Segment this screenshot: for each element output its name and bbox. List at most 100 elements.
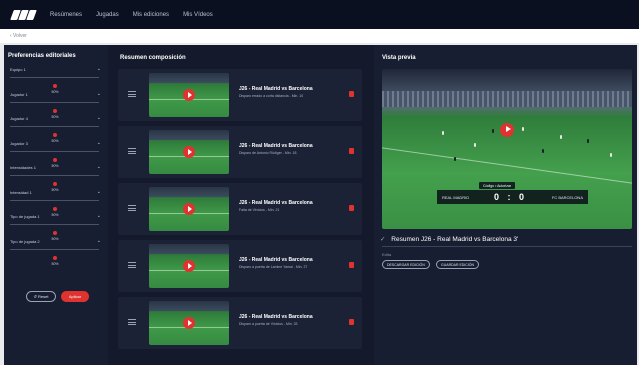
delete-icon[interactable]	[349, 205, 354, 211]
apply-button[interactable]: Aplicar	[61, 291, 89, 302]
preference-slider[interactable]: Intensidades 1 ⌄ 50%	[8, 164, 104, 192]
clip-subtitle: Disparo errado a corta distancia - Min. …	[239, 94, 304, 98]
preference-label: Jugador 4	[10, 116, 28, 121]
delete-icon[interactable]	[349, 262, 354, 268]
preference-slider[interactable]: Intensidad 1 ⌄ 50%	[8, 189, 104, 217]
video-player[interactable]: Código • Autorizar REAL MADRID 0 : 0 FC …	[382, 69, 632, 229]
play-icon[interactable]	[183, 146, 195, 158]
delete-icon[interactable]	[349, 148, 354, 154]
nav-item-mis-videos[interactable]: Mis Vídeos	[183, 12, 213, 18]
clip-thumbnail[interactable]	[149, 301, 229, 345]
clip-title: J26 - Real Madrid vs Barcelona	[239, 257, 313, 263]
play-icon[interactable]	[183, 89, 195, 101]
video-title-row: ✓ Resumen J26 - Real Madrid vs Barcelona…	[380, 235, 518, 243]
clip-subtitle: Disparo de Antonio Rüdiger - Min. 18	[239, 151, 297, 155]
drag-handle-icon[interactable]	[128, 91, 136, 97]
drag-handle-icon[interactable]	[128, 319, 136, 325]
play-icon[interactable]	[183, 260, 195, 272]
nav-item-mis-ediciones[interactable]: Mis ediciones	[133, 12, 169, 18]
slider-handle[interactable]	[52, 84, 57, 88]
preview-title: Vista previa	[382, 55, 416, 61]
chevron-down-icon[interactable]: ⌄	[97, 91, 101, 97]
chevron-down-icon[interactable]: ⌄	[97, 115, 101, 121]
chevron-down-icon[interactable]: ⌄	[97, 66, 101, 72]
main-nav: Resúmenes Jugadas Mis ediciones Mis Víde…	[50, 12, 213, 18]
slider-value: 50%	[51, 261, 59, 266]
delete-icon[interactable]	[349, 91, 354, 97]
preferences-actions: ↺ Reset Aplicar	[26, 291, 89, 302]
clip-item[interactable]: J26 - Real Madrid vs Barcelona Disparo er…	[118, 69, 362, 121]
edit-link[interactable]: Edita	[382, 252, 391, 257]
play-icon[interactable]	[183, 317, 195, 329]
preference-label: Jugador 1	[10, 91, 28, 97]
clip-subtitle: Disparo a puerta de Vinícius - Min. 33	[239, 322, 298, 326]
drag-handle-icon[interactable]	[128, 148, 136, 154]
preference-slider[interactable]: Tipo de jugada 1 ⌄ 50%	[8, 213, 104, 241]
chevron-down-icon[interactable]: ⌄	[97, 140, 101, 146]
breadcrumb: ‹ Volver	[0, 29, 639, 43]
brand-logo[interactable]	[10, 8, 37, 22]
preference-slider[interactable]: Equipo 1 ⌄ 50%	[8, 66, 104, 94]
slider-track[interactable]: 50%	[10, 77, 99, 94]
slider-track[interactable]: 50%	[10, 101, 99, 119]
play-icon[interactable]	[183, 203, 195, 215]
chevron-down-icon[interactable]: ⌄	[97, 213, 101, 219]
video-tag: Código • Autorizar	[479, 182, 516, 189]
composition-title: Resumen composición	[120, 55, 186, 61]
divider	[382, 246, 632, 247]
video-title: Resumen J26 - Real Madrid vs Barcelona 3…	[391, 236, 519, 243]
slider-track[interactable]: 50%	[10, 150, 99, 168]
save-edit-button[interactable]: GUARDAR EDICIÓN	[436, 260, 480, 269]
drag-handle-icon[interactable]	[128, 205, 136, 211]
slider-track[interactable]: 50%	[10, 199, 99, 217]
reset-button[interactable]: ↺ Reset	[26, 291, 56, 302]
play-icon[interactable]	[500, 122, 514, 137]
slider-track[interactable]: 50%	[10, 126, 99, 143]
slider-handle[interactable]	[52, 255, 57, 260]
clip-title: J26 - Real Madrid vs Barcelona	[239, 314, 313, 320]
clip-title: J26 - Real Madrid vs Barcelona	[239, 143, 313, 149]
slider-track[interactable]: 50%	[10, 175, 99, 192]
clip-item[interactable]: J26 - Real Madrid vs Barcelona Falta de V…	[118, 183, 362, 235]
clip-item[interactable]: J26 - Real Madrid vs Barcelona Disparo a …	[118, 297, 362, 349]
slider-handle[interactable]	[52, 157, 57, 162]
chevron-down-icon[interactable]: ⌄	[97, 189, 101, 195]
drag-handle-icon[interactable]	[128, 262, 136, 268]
clip-item[interactable]: J26 - Real Madrid vs Barcelona Disparo a …	[118, 240, 362, 292]
preference-slider[interactable]: Tipo de jugada 2 ⌄ 50%	[8, 238, 104, 266]
clip-subtitle: Falta de Vinícius - Min. 21	[239, 208, 280, 212]
clip-thumbnail[interactable]	[149, 244, 229, 288]
slider-handle[interactable]	[52, 108, 57, 113]
clip-item[interactable]: J26 - Real Madrid vs Barcelona Disparo de…	[118, 126, 362, 178]
check-icon: ✓	[380, 236, 386, 243]
preference-label: Tipo de jugada 2	[10, 238, 40, 244]
pitch-line	[382, 144, 632, 187]
chevron-down-icon[interactable]: ⌄	[97, 238, 101, 244]
preference-label: Equipo 1	[10, 67, 26, 72]
clip-subtitle: Disparo a puerta de Lamine Yamal - Min. …	[239, 265, 308, 269]
download-edit-button[interactable]: DESCARGAR EDICIÓN	[382, 260, 430, 269]
slider-track[interactable]: 50%	[10, 248, 99, 266]
clip-title: J26 - Real Madrid vs Barcelona	[239, 86, 313, 92]
stadium-stands	[382, 91, 632, 108]
slider-handle[interactable]	[52, 206, 57, 211]
nav-item-jugadas[interactable]: Jugadas	[96, 12, 119, 18]
preference-slider[interactable]: Jugador 1 ⌄ 50%	[8, 91, 104, 119]
chevron-down-icon[interactable]: ⌄	[97, 164, 101, 170]
clip-thumbnail[interactable]	[149, 187, 229, 231]
slider-handle[interactable]	[52, 133, 57, 137]
preference-slider[interactable]: Jugador 4 ⌄ 50%	[8, 115, 104, 143]
composition-panel: Resumen composición J26 - Real Madrid vs…	[112, 45, 370, 365]
slider-handle[interactable]	[52, 182, 57, 186]
delete-icon[interactable]	[349, 319, 354, 325]
slider-handle[interactable]	[52, 231, 57, 235]
clip-thumbnail[interactable]	[149, 73, 229, 117]
clip-thumbnail[interactable]	[149, 130, 229, 174]
slider-track[interactable]: 50%	[10, 224, 99, 241]
preference-label: Tipo de jugada 1	[10, 214, 40, 219]
preference-slider[interactable]: Jugador 3 ⌄ 50%	[8, 140, 104, 168]
back-link[interactable]: ‹ Volver	[10, 33, 27, 39]
nav-item-resumenes[interactable]: Resúmenes	[50, 12, 82, 18]
preference-label: Intensidad 1	[10, 189, 32, 195]
preference-label: Intensidades 1	[10, 165, 37, 170]
